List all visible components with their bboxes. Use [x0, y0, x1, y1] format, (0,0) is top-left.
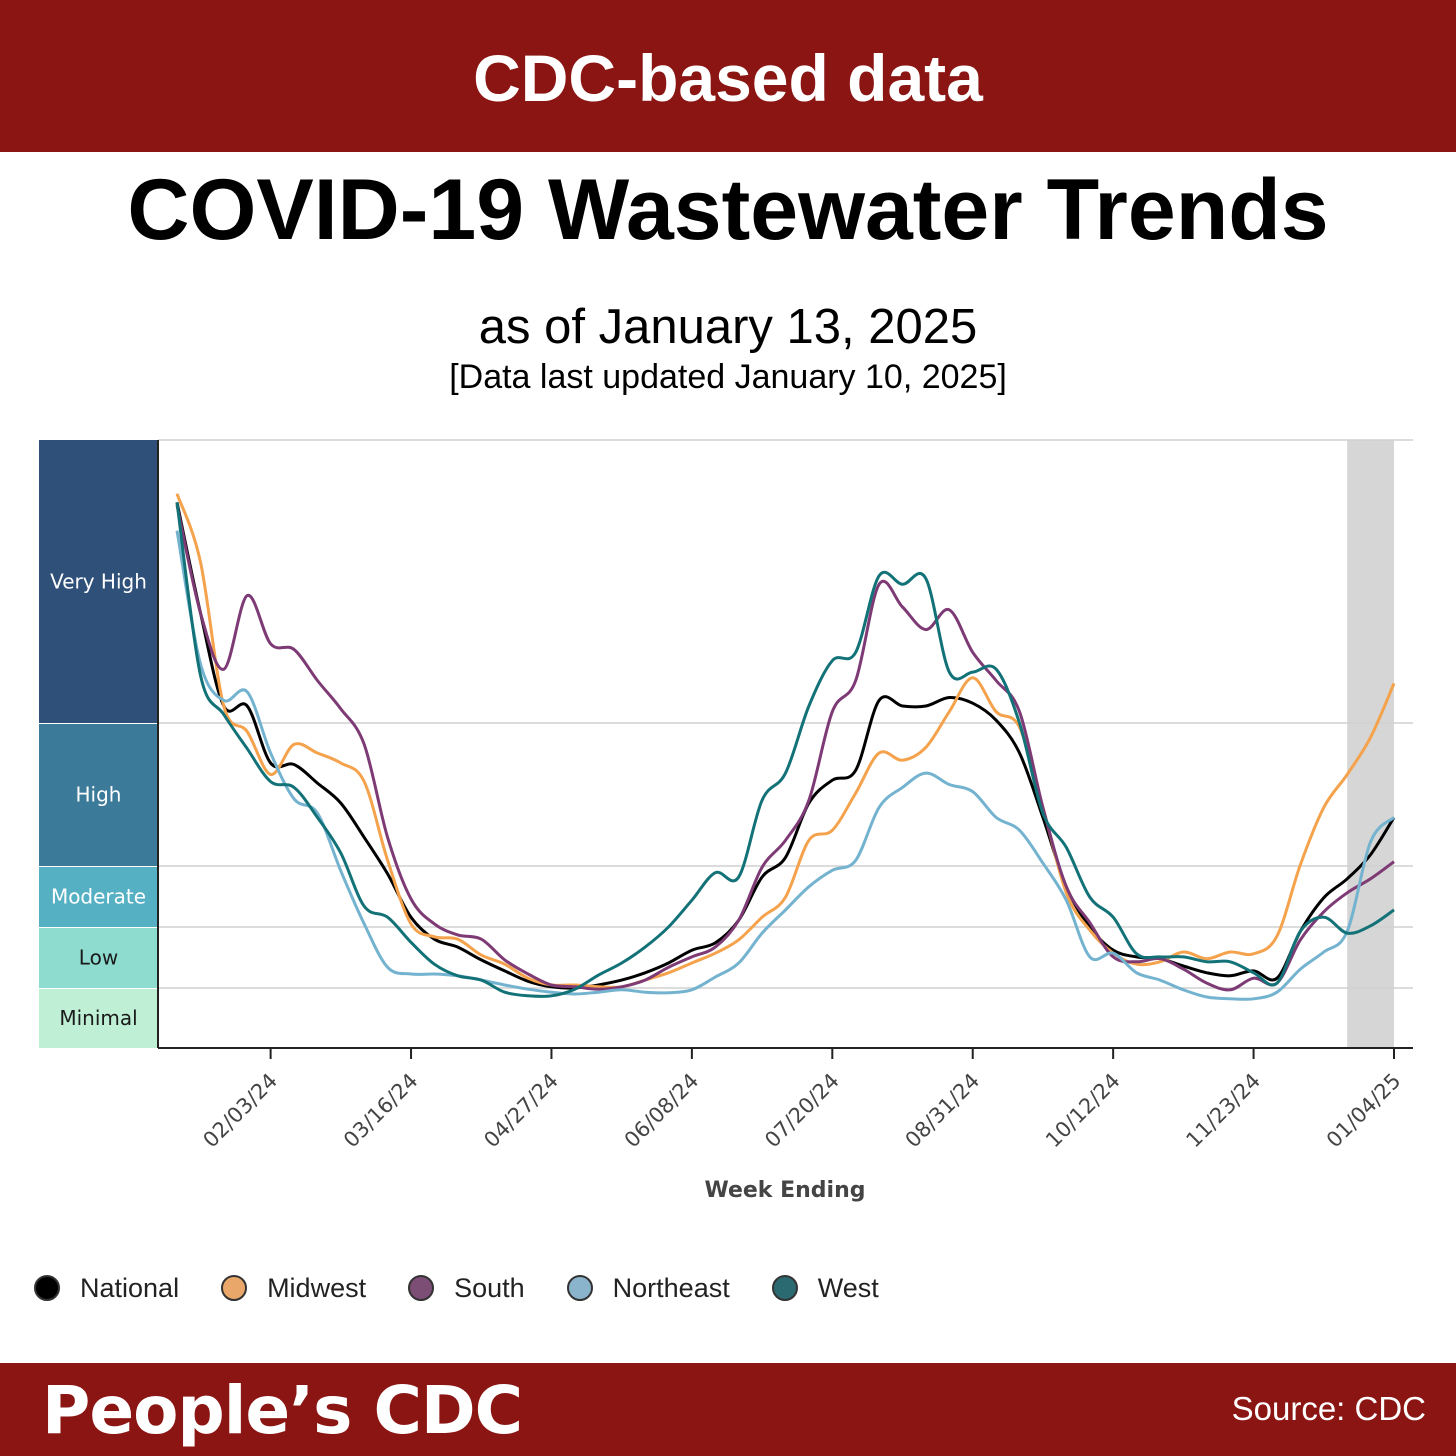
legend-dot-icon	[408, 1275, 435, 1301]
level-label-moderate: Moderate	[51, 885, 146, 909]
level-label-very-high: Very High	[50, 570, 147, 594]
wastewater-chart: Minimal Low Moderate High Very High 02/03/24…	[39, 439, 1413, 1203]
brand-logo-text: People’s CDC	[42, 1372, 523, 1449]
legend-item-west: West	[771, 1272, 879, 1304]
source-note: Source: CDC	[1231, 1390, 1426, 1427]
legend-item-south: South	[408, 1273, 525, 1304]
legend-label: West	[817, 1272, 879, 1303]
x-tick-label: 03/16/24	[339, 1069, 423, 1153]
legend-item-northeast: Northeast	[566, 1272, 730, 1304]
level-label-high: High	[76, 783, 122, 807]
legend: National Midwest South Northeast West	[34, 1268, 921, 1308]
banner-text: CDC-based data	[473, 41, 983, 115]
page-title: COVID-19 Wastewater Trends	[127, 162, 1329, 258]
legend-label: Midwest	[267, 1272, 367, 1303]
data-updated-note: [Data last updated January 10, 2025]	[449, 358, 1007, 396]
series-lines	[175, 493, 1396, 1001]
legend-dot-icon	[221, 1275, 248, 1301]
x-tick-label: 02/03/24	[198, 1069, 282, 1153]
subtitle: as of January 13, 2025	[478, 300, 978, 354]
x-tick-label: 01/04/25	[1322, 1069, 1406, 1153]
footer: People’s CDC Source: CDC	[0, 1363, 1456, 1456]
legend-item-midwest: Midwest	[221, 1273, 366, 1304]
incomplete-data-shading	[1347, 440, 1394, 1048]
legend-label: South	[454, 1272, 525, 1303]
shaded-region	[1347, 440, 1394, 1048]
series-line-west	[175, 502, 1395, 998]
x-tick-label: 06/08/24	[620, 1069, 704, 1153]
top-banner: CDC-based data	[0, 0, 1456, 152]
x-tick-label: 08/31/24	[901, 1069, 985, 1153]
x-tick-label: 11/23/24	[1181, 1069, 1265, 1153]
level-bands: Minimal Low Moderate High Very High	[39, 440, 158, 1048]
level-label-minimal: Minimal	[59, 1006, 137, 1030]
x-axis-label: Week Ending	[704, 1178, 865, 1203]
legend-dot-icon	[566, 1275, 593, 1301]
x-tick-label: 10/12/24	[1041, 1069, 1125, 1153]
legend-label: National	[80, 1272, 180, 1303]
legend-dot-icon	[771, 1275, 798, 1301]
series-line-northeast	[175, 530, 1396, 1001]
legend-label: Northeast	[612, 1272, 730, 1303]
legend-item-national: National	[34, 1273, 179, 1304]
level-label-low: Low	[79, 946, 118, 970]
axes: 02/03/24 03/16/24 04/27/24 06/08/24 07/20/24…	[157, 440, 1413, 1153]
x-tick-label: 04/27/24	[479, 1069, 563, 1153]
legend-dot-icon	[34, 1275, 60, 1301]
x-tick-label: 07/20/24	[760, 1069, 844, 1153]
